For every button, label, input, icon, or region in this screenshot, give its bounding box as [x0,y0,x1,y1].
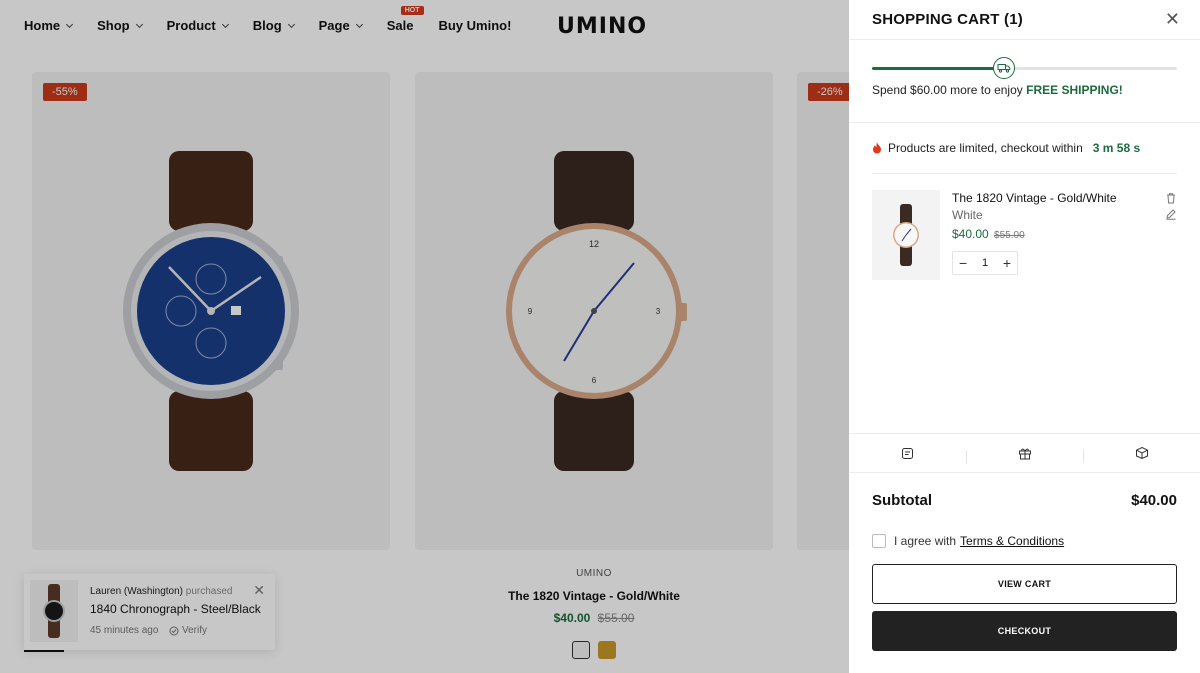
close-icon[interactable]: ✕ [1165,9,1180,30]
quantity-value[interactable]: 1 [982,257,988,269]
checkout-button[interactable]: CHECKOUT [872,611,1177,651]
compare-price: $55.00 [994,230,1025,241]
subtotal-value: $40.00 [1131,492,1177,509]
cart-title-text: SHOPPING CART [872,11,1000,28]
cart-tools [849,433,1200,473]
progress-fill [872,67,1004,70]
free-shipping-progress [872,67,1177,70]
divider [849,39,1200,40]
cart-drawer: SHOPPING CART (1) ✕ Spend $60.00 more to… [849,0,1200,673]
gift-wrap-button[interactable] [966,447,1083,464]
plus-icon[interactable]: + [1003,256,1011,270]
shipping-message: Spend $60.00 more to enjoy FREE SHIPPING… [872,83,1123,97]
minus-icon[interactable]: − [959,256,967,270]
terms-agreement: I agree with Terms & Conditions [872,534,1064,548]
limited-text: Products are limited, checkout within [888,141,1083,155]
cart-item-price: $40.00 $55.00 [952,227,1025,241]
cart-item-variant: White [952,208,983,222]
free-shipping-label: FREE SHIPPING! [1026,83,1123,97]
drawer-overlay[interactable] [0,0,849,673]
cart-title: SHOPPING CART (1) [872,11,1023,28]
divider [849,122,1200,123]
countdown-timer: 3 m 58 s [1092,141,1141,155]
view-cart-button[interactable]: VIEW CART [872,564,1177,604]
limited-stock-notice: Products are limited, checkout within 3 … [872,141,1140,155]
cart-count: (1) [1004,11,1023,28]
order-note-button[interactable] [849,447,966,460]
cart-item-image[interactable] [872,190,940,280]
edit-icon[interactable] [1165,207,1177,220]
fire-icon [873,142,881,154]
shipping-message-text: Spend $60.00 more to enjoy [872,83,1023,97]
shipping-estimate-button[interactable] [1083,446,1200,463]
delivery-truck-icon [993,57,1015,79]
agree-text: I agree with [894,534,957,548]
current-price: $40.00 [952,227,989,241]
shipping-box-icon [1135,446,1148,460]
trash-icon[interactable] [1165,191,1177,204]
divider [872,173,1177,174]
cart-item-name[interactable]: The 1820 Vintage - Gold/White [952,191,1117,205]
note-icon [902,447,913,459]
terms-link[interactable]: Terms & Conditions [960,534,1064,548]
terms-checkbox[interactable] [872,534,886,548]
gift-icon [1018,448,1031,459]
quantity-stepper: − 1 + [952,251,1018,275]
subtotal-label: Subtotal [872,492,932,509]
